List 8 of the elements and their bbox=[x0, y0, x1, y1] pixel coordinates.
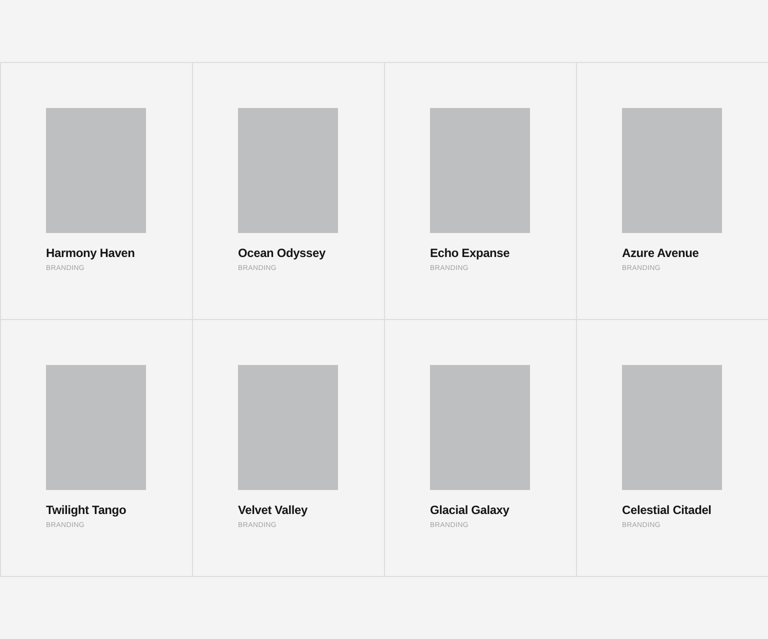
project-title: Glacial Galaxy bbox=[430, 503, 510, 517]
project-title: Azure Avenue bbox=[622, 246, 699, 260]
project-title: Celestial Citadel bbox=[622, 503, 712, 517]
project-title: Echo Expanse bbox=[430, 246, 510, 260]
project-title: Velvet Valley bbox=[238, 503, 308, 517]
project-title: Twilight Tango bbox=[46, 503, 126, 517]
project-title: Harmony Haven bbox=[46, 246, 135, 260]
project-title: Ocean Odyssey bbox=[238, 246, 326, 260]
